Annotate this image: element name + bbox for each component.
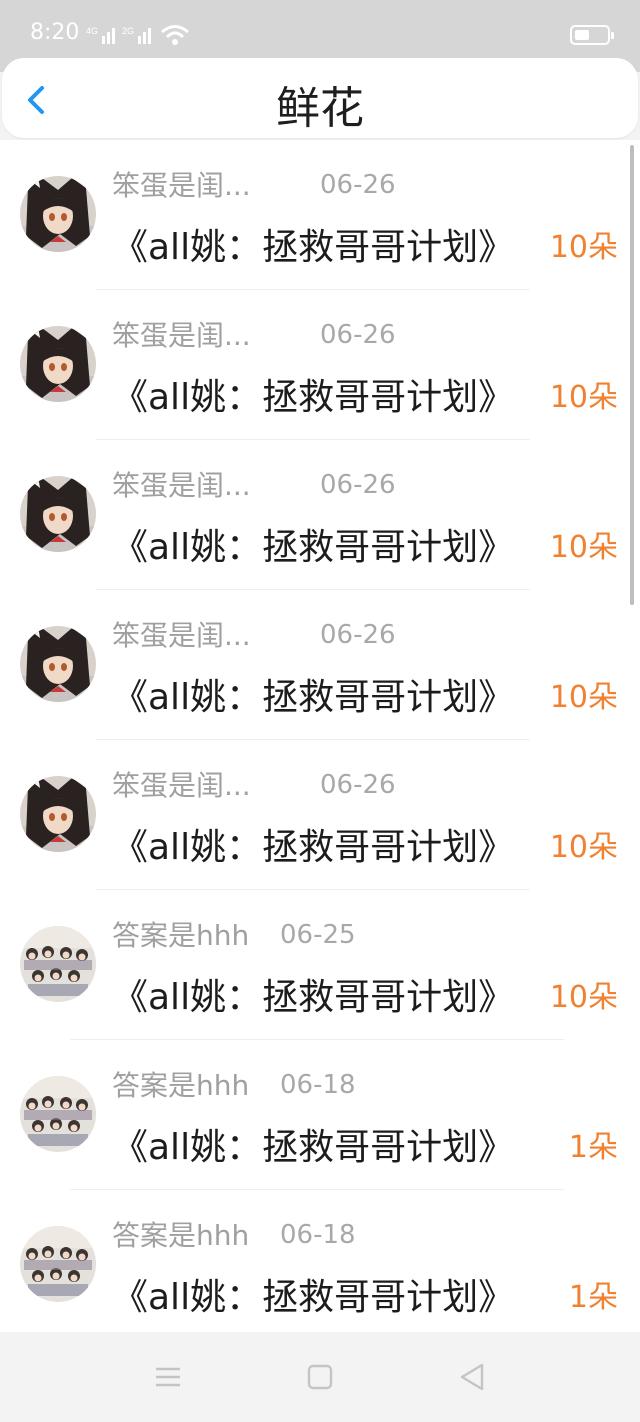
home-icon[interactable] (302, 1360, 338, 1394)
svg-text:2G: 2G (122, 26, 134, 36)
user-name: 笨蛋是闺... (112, 619, 251, 652)
avatar[interactable] (20, 176, 96, 252)
scrollbar[interactable] (630, 145, 634, 605)
book-title: 《all姚：拯救哥哥计划》 (112, 977, 515, 1018)
avatar[interactable] (20, 1076, 96, 1152)
user-name: 答案是hhh (112, 919, 250, 952)
user-name: 笨蛋是闺... (112, 319, 251, 352)
date: 06-18 (280, 1070, 356, 1100)
list-item[interactable]: 笨蛋是闺... 06-26 《all姚：拯救哥哥计划》 10朵 (0, 440, 640, 590)
signal-icon: 4G (86, 26, 115, 44)
flower-count: 1朵 (568, 1280, 618, 1315)
flower-count: 10朵 (549, 680, 618, 715)
book-title: 《all姚：拯救哥哥计划》 (112, 527, 515, 568)
list-item[interactable]: 笨蛋是闺... 06-26 《all姚：拯救哥哥计划》 10朵 (0, 140, 640, 290)
menu-icon[interactable] (150, 1360, 186, 1394)
flower-count: 10朵 (549, 230, 618, 265)
user-name: 笨蛋是闺... (112, 169, 251, 202)
avatar[interactable] (20, 926, 96, 1002)
back-triangle-icon[interactable] (454, 1360, 490, 1394)
avatar[interactable] (20, 776, 96, 852)
date: 06-26 (320, 770, 396, 800)
flower-count: 10朵 (549, 380, 618, 415)
list-item[interactable]: 答案是hhh 06-18 《all姚：拯救哥哥计划》 1朵 (0, 1190, 640, 1332)
book-title: 《all姚：拯救哥哥计划》 (112, 377, 515, 418)
user-name: 笨蛋是闺... (112, 769, 251, 802)
list-item[interactable]: 笨蛋是闺... 06-26 《all姚：拯救哥哥计划》 10朵 (0, 740, 640, 890)
avatar[interactable] (20, 326, 96, 402)
header: 鲜花 (2, 58, 638, 138)
flower-count: 10朵 (549, 980, 618, 1015)
date: 06-26 (320, 470, 396, 500)
book-title: 《all姚：拯救哥哥计划》 (112, 227, 515, 268)
list-item[interactable]: 笨蛋是闺... 06-26 《all姚：拯救哥哥计划》 10朵 (0, 290, 640, 440)
book-title: 《all姚：拯救哥哥计划》 (112, 827, 515, 868)
battery-icon (570, 25, 614, 45)
wifi-icon (161, 25, 189, 45)
date: 06-26 (320, 620, 396, 650)
flower-count: 10朵 (549, 530, 618, 565)
list-item[interactable]: 笨蛋是闺... 06-26 《all姚：拯救哥哥计划》 10朵 (0, 590, 640, 740)
list-item[interactable]: 答案是hhh 06-18 《all姚：拯救哥哥计划》 1朵 (0, 1040, 640, 1190)
date: 06-25 (280, 920, 356, 950)
user-name: 笨蛋是闺... (112, 469, 251, 502)
page-title: 鲜花 (276, 83, 364, 134)
book-title: 《all姚：拯救哥哥计划》 (112, 677, 515, 718)
book-title: 《all姚：拯救哥哥计划》 (112, 1277, 515, 1318)
date: 06-18 (280, 1220, 356, 1250)
avatar[interactable] (20, 1226, 96, 1302)
flower-list[interactable]: 笨蛋是闺... 06-26 《all姚：拯救哥哥计划》 10朵 笨蛋是闺... 06-26… (0, 140, 640, 1332)
signal-icon-2: 2G (122, 26, 151, 44)
flower-count: 10朵 (549, 830, 618, 865)
avatar[interactable] (20, 476, 96, 552)
svg-text:4G: 4G (86, 26, 98, 36)
status-time: 8:20 (30, 20, 80, 45)
flower-count: 1朵 (568, 1130, 618, 1165)
avatar[interactable] (20, 626, 96, 702)
user-name: 答案是hhh (112, 1069, 250, 1102)
user-name: 答案是hhh (112, 1219, 250, 1252)
system-nav-bar (0, 1332, 640, 1422)
date: 06-26 (320, 170, 396, 200)
book-title: 《all姚：拯救哥哥计划》 (112, 1127, 515, 1168)
list-item[interactable]: 答案是hhh 06-25 《all姚：拯救哥哥计划》 10朵 (0, 890, 640, 1040)
date: 06-26 (320, 320, 396, 350)
